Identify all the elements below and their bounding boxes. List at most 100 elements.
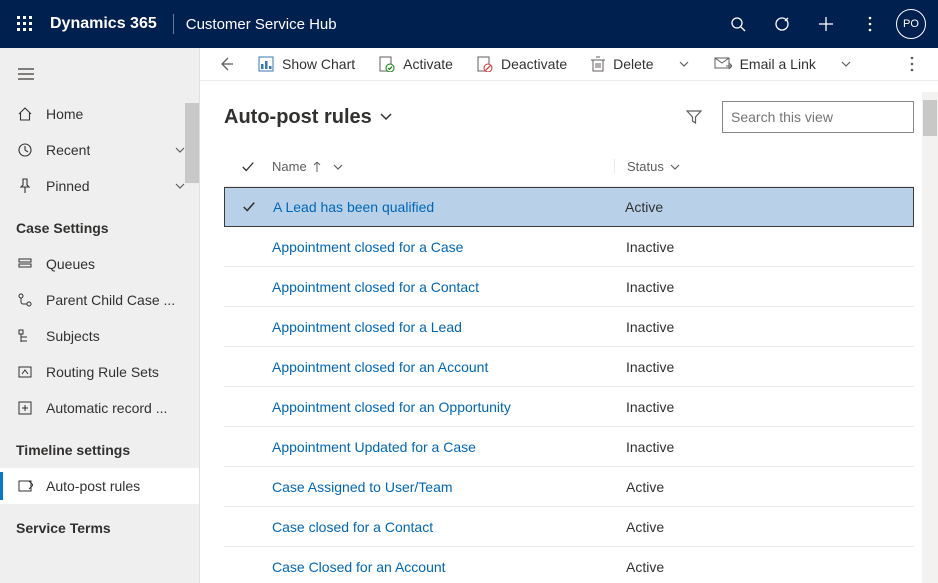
search-button[interactable] (716, 0, 760, 48)
view-header: Auto-post rules (200, 81, 938, 143)
row-name-text: A Lead has been qualified (273, 199, 434, 215)
command-bar: Show Chart Activate Deactivate Delete Em… (200, 48, 938, 81)
delete-button[interactable]: Delete (581, 48, 663, 80)
table-row[interactable]: Case Assigned to User/TeamActive (224, 467, 914, 507)
sidebar-item-routing-rule-sets[interactable]: Routing Rule Sets (0, 354, 199, 390)
table-row[interactable]: Appointment closed for an Opportunity Ina… (224, 387, 914, 427)
sidebar-nav: Home RecentPinnedCase Settings Queues Paren… (0, 48, 200, 583)
sidebar-group-label: Case Settings (0, 204, 199, 246)
view-selector[interactable]: Auto-post rules (224, 106, 392, 129)
funnel-icon (686, 109, 702, 125)
row-name-link[interactable]: Case closed for a Contact (272, 519, 614, 535)
row-name-link[interactable]: Appointment closed for an Account (272, 359, 614, 375)
table-row[interactable]: Appointment closed for an AccountInactiv… (224, 347, 914, 387)
app-name-label[interactable]: Customer Service Hub (186, 16, 337, 33)
view-title: Auto-post rules (224, 106, 372, 129)
filter-button[interactable] (678, 101, 710, 133)
hamburger-icon (18, 68, 34, 80)
email-link-split-button[interactable] (830, 61, 862, 67)
row-checkbox[interactable] (225, 200, 273, 214)
row-name-link[interactable]: Case Closed for an Account (272, 559, 614, 575)
sidebar-item-recent[interactable]: Recent (0, 132, 199, 168)
sidebar-item-subjects[interactable]: Subjects (0, 318, 199, 354)
more-vertical-icon (868, 16, 872, 32)
app-launcher-button[interactable] (0, 16, 50, 32)
avatar-initials: PO (903, 18, 919, 30)
task-flow-button[interactable] (760, 0, 804, 48)
sidebar-item-queues[interactable]: Queues (0, 246, 199, 282)
sidebar-item-parent-child-case[interactable]: Parent Child Case ... (0, 282, 199, 318)
records-grid: Name Status A Lead has been qualified Act… (200, 143, 938, 583)
search-view-box[interactable] (722, 101, 914, 133)
sidebar-item-label: Home (46, 106, 83, 122)
deactivate-button[interactable]: Deactivate (467, 48, 577, 80)
row-name-text: Appointment closed for an Opportunity (272, 399, 511, 415)
brand-divider (173, 14, 174, 34)
commandbar-overflow-button[interactable] (894, 56, 930, 72)
sidebar-item-home[interactable]: Home (0, 96, 199, 132)
arrow-left-icon (218, 56, 234, 72)
back-button[interactable] (208, 56, 244, 72)
checkmark-icon (242, 200, 256, 214)
table-row[interactable]: A Lead has been qualified Active (224, 187, 914, 227)
sidebar-item-pinned[interactable]: Pinned (0, 168, 199, 204)
activate-label: Activate (403, 56, 453, 72)
row-name-link[interactable]: Appointment closed for a Contact (272, 279, 614, 295)
row-status-cell: Active (614, 519, 914, 535)
sidebar-scrollbar[interactable] (185, 103, 199, 183)
auto-icon (16, 400, 34, 416)
row-name-link[interactable]: Appointment closed for a Lead (272, 319, 614, 335)
table-row[interactable]: Appointment closed for a Contact Inactive (224, 267, 914, 307)
search-icon (730, 16, 746, 32)
row-status-text: Inactive (626, 279, 674, 295)
table-row[interactable]: Case Closed for an AccountActive (224, 547, 914, 583)
deactivate-label: Deactivate (501, 56, 567, 72)
activate-button[interactable]: Activate (369, 48, 463, 80)
sidebar-item-automatic-record[interactable]: Automatic record ... (0, 390, 199, 426)
global-navbar: Dynamics 365 Customer Service Hub PO (0, 0, 938, 48)
row-name-link[interactable]: Appointment closed for a Case (272, 239, 614, 255)
nav-overflow-button[interactable] (848, 0, 892, 48)
main-scrollbar-thumb[interactable] (923, 100, 937, 136)
row-name-link[interactable]: Case Assigned to User/Team (272, 479, 614, 495)
row-name-text: Appointment Updated for a Case (272, 439, 476, 455)
show-chart-button[interactable]: Show Chart (248, 48, 365, 80)
row-status-text: Inactive (626, 439, 674, 455)
column-header-name[interactable]: Name (272, 159, 614, 174)
row-status-cell: Inactive (614, 439, 914, 455)
row-status-cell: Inactive (614, 319, 914, 335)
parent-icon (16, 292, 34, 308)
row-name-link[interactable]: A Lead has been qualified (273, 199, 613, 215)
row-status-cell: Active (614, 479, 914, 495)
row-status-text: Active (625, 199, 663, 215)
table-row[interactable]: Case closed for a ContactActive (224, 507, 914, 547)
delete-split-button[interactable] (668, 61, 700, 67)
row-name-link[interactable]: Appointment closed for an Opportunity (272, 399, 614, 415)
column-header-status[interactable]: Status (614, 159, 914, 174)
autopost-icon (16, 478, 34, 494)
brand-label[interactable]: Dynamics 365 (50, 15, 165, 33)
email-link-button[interactable]: Email a Link (704, 48, 826, 80)
search-input[interactable] (731, 109, 912, 125)
new-record-button[interactable] (804, 0, 848, 48)
main-scrollbar-track[interactable] (922, 92, 938, 583)
select-all-checkbox[interactable] (224, 160, 272, 174)
sort-asc-icon (313, 162, 321, 172)
sidebar-item-label: Parent Child Case ... (46, 292, 175, 308)
chevron-down-icon (333, 164, 343, 170)
row-status-cell: Inactive (614, 279, 914, 295)
pin-icon (16, 178, 34, 194)
sidebar-item-label: Queues (46, 256, 95, 272)
chart-icon (258, 56, 274, 72)
table-row[interactable]: Appointment Updated for a Case Inactive (224, 427, 914, 467)
row-name-link[interactable]: Appointment Updated for a Case (272, 439, 614, 455)
show-chart-label: Show Chart (282, 56, 355, 72)
sidebar-group-label: Timeline settings (0, 426, 199, 468)
table-row[interactable]: Appointment closed for a Lead Inactive (224, 307, 914, 347)
table-row[interactable]: Appointment closed for a CaseInactive (224, 227, 914, 267)
user-avatar[interactable]: PO (896, 9, 926, 39)
sidebar-item-auto-post-rules[interactable]: Auto-post rules (0, 468, 199, 504)
row-status-text: Inactive (626, 319, 674, 335)
row-status-text: Inactive (626, 399, 674, 415)
sidebar-toggle[interactable] (0, 52, 199, 96)
